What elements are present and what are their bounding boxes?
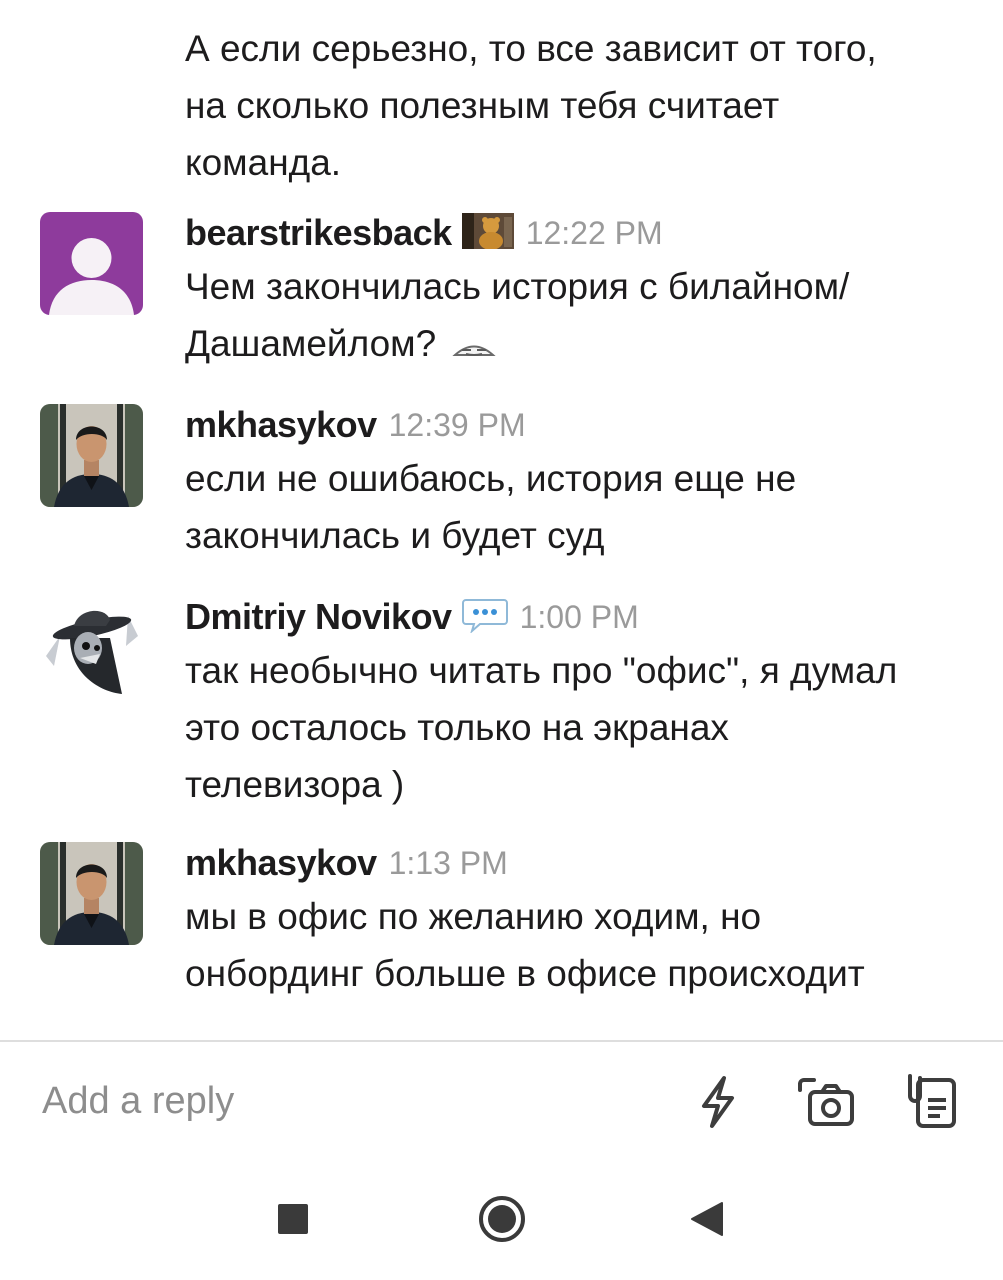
message-line: команда. — [185, 142, 342, 183]
username[interactable]: mkhasykov — [185, 842, 377, 884]
username[interactable]: mkhasykov — [185, 404, 377, 446]
avatar[interactable] — [40, 842, 143, 945]
message-header: bearstrikesback 12:22 PM — [185, 210, 975, 256]
timestamp[interactable]: 1:13 PM — [389, 845, 508, 882]
lightning-icon[interactable] — [688, 1072, 748, 1132]
message-text: мы в офис по желанию ходим, но онбординг… — [185, 888, 975, 1002]
message-text: если не ошибаюсь, история еще не закончи… — [185, 450, 975, 564]
photo-avatar-icon — [40, 842, 143, 945]
username[interactable]: bearstrikesback — [185, 212, 452, 254]
message-header: Dmitriy Novikov 1:00 PM — [185, 594, 975, 640]
avatar[interactable] — [40, 596, 143, 699]
message-line: так необычно читать про "офис", я думал — [185, 650, 898, 691]
message-line: А если серьезно, то все зависит от того, — [185, 28, 877, 69]
message-header: mkhasykov 12:39 PM — [185, 402, 975, 448]
avatar[interactable] — [40, 212, 143, 315]
reply-input[interactable]: Add a reply — [42, 1080, 234, 1123]
timestamp[interactable]: 1:00 PM — [520, 599, 639, 636]
reply-composer: Add a reply — [0, 1042, 1003, 1162]
message-line: Чем закончилась история с билайном/ — [185, 266, 850, 307]
message-line: онбординг больше в офисе происходит — [185, 953, 865, 994]
recents-button[interactable] — [277, 1203, 309, 1240]
username[interactable]: Dmitriy Novikov — [185, 596, 452, 638]
timestamp[interactable]: 12:39 PM — [389, 407, 526, 444]
message-line: мы в офис по желанию ходим, но — [185, 896, 762, 937]
avatar[interactable] — [40, 404, 143, 507]
message-text: Чем закончилась история с билайном/ Даша… — [185, 258, 975, 374]
bear-photo-emoji — [461, 212, 514, 254]
speech-balloon-emoji — [461, 597, 508, 638]
message-line: это осталось только на экранах — [185, 707, 729, 748]
square-icon — [278, 1204, 308, 1234]
system-nav-bar — [0, 1162, 1003, 1280]
home-button[interactable] — [477, 1194, 527, 1249]
message-line: Дашамейлом? — [185, 315, 975, 374]
message-line: если не ошибаюсь, история еще не — [185, 458, 797, 499]
smirk-emoji — [452, 317, 497, 374]
circle-icon — [479, 1196, 525, 1242]
message-text: так необычно читать про "офис", я думал … — [185, 642, 975, 813]
photo-avatar-icon — [40, 404, 143, 507]
message-line: на сколько полезным тебя считает — [185, 85, 780, 126]
default-avatar-icon — [40, 212, 143, 315]
triangle-back-icon — [691, 1202, 723, 1236]
camera-icon[interactable] — [796, 1072, 856, 1132]
spy-avatar-icon — [40, 596, 143, 699]
message-line: телевизора ) — [185, 764, 405, 805]
message-line: закончилась и будет суд — [185, 515, 605, 556]
timestamp[interactable]: 12:22 PM — [526, 215, 663, 252]
back-button[interactable] — [690, 1201, 724, 1242]
message-text: А если серьезно, то все зависит от того,… — [185, 20, 975, 191]
message-header: mkhasykov 1:13 PM — [185, 840, 975, 886]
attachment-icon[interactable] — [900, 1072, 960, 1132]
